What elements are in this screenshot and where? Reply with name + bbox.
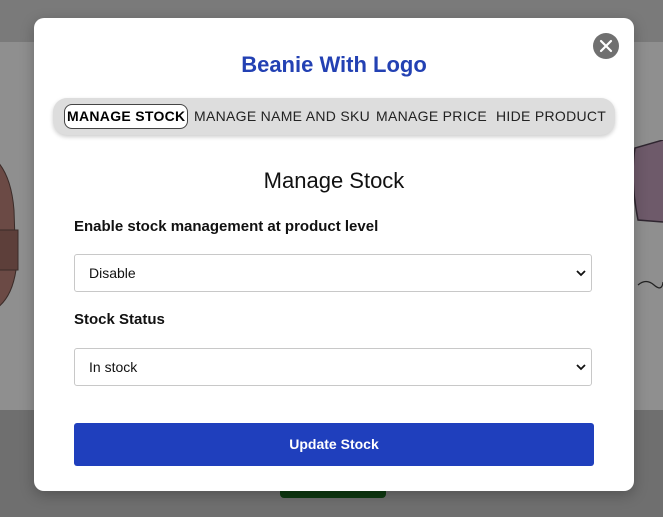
chevron-down-icon (576, 364, 586, 371)
update-stock-button[interactable]: Update Stock (74, 423, 594, 466)
close-icon (599, 39, 613, 53)
product-artwork-image (632, 140, 663, 289)
stock-management-label: Enable stock management at product level (74, 218, 379, 235)
stock-status-value: In stock (89, 359, 138, 375)
stock-status-select[interactable]: In stock (74, 348, 592, 386)
tab-manage-price[interactable]: MANAGE PRICE (376, 104, 487, 129)
manage-product-modal: Beanie With Logo MANAGE STOCK MANAGE NAM… (34, 18, 634, 491)
tab-manage-name-and-sku[interactable]: MANAGE NAME AND SKU (194, 104, 370, 129)
beanie-image (0, 164, 19, 307)
stock-management-select[interactable]: Disable (74, 254, 592, 292)
modal-title: Beanie With Logo (241, 52, 427, 77)
stock-management-value: Disable (89, 265, 136, 281)
tab-hide-product[interactable]: HIDE PRODUCT (496, 104, 606, 129)
tab-bar: MANAGE STOCK MANAGE NAME AND SKU MANAGE … (53, 98, 615, 135)
tab-manage-stock[interactable]: MANAGE STOCK (64, 104, 189, 129)
stock-status-label: Stock Status (74, 311, 165, 328)
section-title: Manage Stock (263, 168, 405, 193)
chevron-down-icon (576, 270, 586, 277)
